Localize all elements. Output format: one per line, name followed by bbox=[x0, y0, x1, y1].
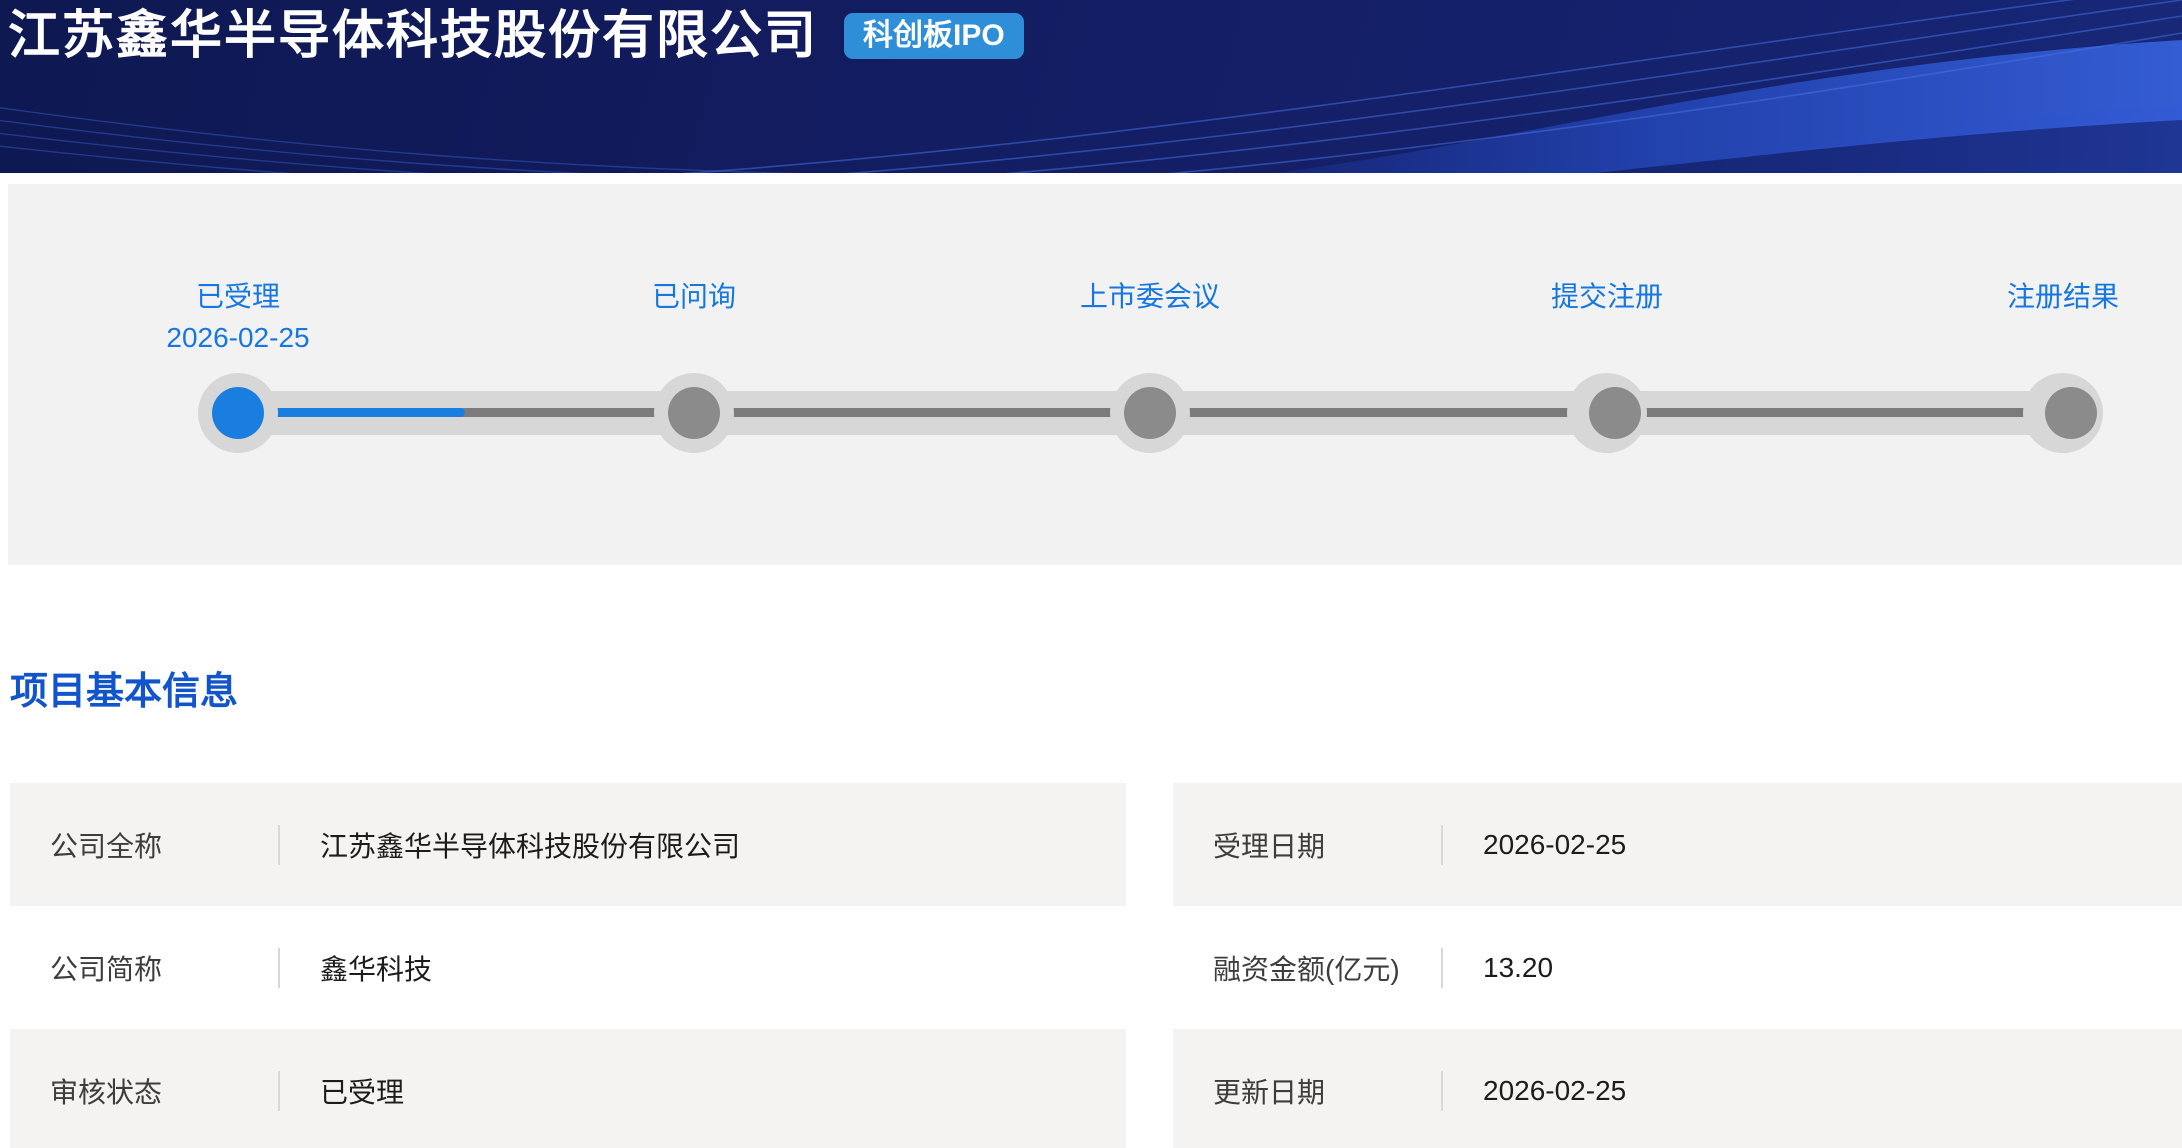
timeline-step-registration-result: 注册结果 bbox=[1893, 281, 2182, 313]
timeline-step-inquired: 已问询 bbox=[524, 281, 864, 313]
header-content: 江苏鑫华半导体科技股份有限公司 科创板IPO bbox=[8, 10, 1024, 62]
step-label: 提交注册 bbox=[1550, 281, 1663, 312]
info-row-company-full-name: 公司全称 江苏鑫华半导体科技股份有限公司 bbox=[10, 783, 1126, 906]
info-value: 13.20 bbox=[1483, 951, 1554, 983]
info-value: 2026-02-25 bbox=[1483, 828, 1627, 860]
info-row-audit-status: 审核状态 已受理 bbox=[10, 1029, 1126, 1148]
timeline-node-accepted bbox=[212, 387, 264, 439]
info-value: 江苏鑫华半导体科技股份有限公司 bbox=[320, 830, 741, 862]
timeline-step-accepted: 已受理 2026-02-25 bbox=[68, 281, 408, 354]
info-column-right: 受理日期 2026-02-25 融资金额(亿元) 13.20 更新日期 2026… bbox=[1173, 783, 2182, 1148]
section-title-basic-info: 项目基本信息 bbox=[10, 671, 239, 713]
page-header: 江苏鑫华半导体科技股份有限公司 科创板IPO bbox=[0, 0, 2182, 173]
company-name-title: 江苏鑫华半导体科技股份有限公司 bbox=[8, 7, 819, 65]
page: 江苏鑫华半导体科技股份有限公司 科创板IPO 已受理 2026-02-25 已问… bbox=[0, 0, 2182, 1148]
step-label: 已问询 bbox=[651, 281, 736, 312]
info-label: 公司简称 bbox=[50, 953, 163, 985]
info-label: 公司全称 bbox=[50, 830, 163, 862]
info-label: 受理日期 bbox=[1213, 830, 1326, 862]
step-date: 2026-02-25 bbox=[166, 322, 310, 354]
info-row-update-date: 更新日期 2026-02-25 bbox=[1173, 1029, 2182, 1148]
audit-progress-panel: 已受理 2026-02-25 已问询 上市委会议 提交注册 注册结果 bbox=[8, 184, 2182, 565]
market-board-badge: 科创板IPO bbox=[844, 13, 1024, 59]
step-label: 已受理 bbox=[195, 281, 280, 312]
info-label: 更新日期 bbox=[1213, 1076, 1326, 1108]
info-row-acceptance-date: 受理日期 2026-02-25 bbox=[1173, 783, 2182, 906]
info-value: 已受理 bbox=[320, 1076, 405, 1108]
info-row-financing-amount: 融资金额(亿元) 13.20 bbox=[1173, 906, 2182, 1029]
info-label: 融资金额(亿元) bbox=[1213, 953, 1400, 985]
timeline-node-listing-committee bbox=[1124, 387, 1176, 439]
info-row-company-short-name: 公司简称 鑫华科技 bbox=[10, 906, 1126, 1029]
info-label: 审核状态 bbox=[50, 1076, 163, 1108]
info-value: 鑫华科技 bbox=[320, 953, 433, 985]
info-value: 2026-02-25 bbox=[1483, 1074, 1627, 1106]
timeline-step-listing-committee: 上市委会议 bbox=[980, 281, 1320, 313]
basic-info-grid: 公司全称 江苏鑫华半导体科技股份有限公司 公司简称 鑫华科技 审核状态 已受理 bbox=[10, 783, 2182, 1148]
step-label: 注册结果 bbox=[2006, 281, 2119, 312]
step-label: 上市委会议 bbox=[1079, 281, 1220, 312]
timeline-node-submit-registration bbox=[1589, 387, 1641, 439]
timeline-node-registration-result bbox=[2045, 387, 2097, 439]
timeline-node-inquired bbox=[668, 387, 720, 439]
info-column-left: 公司全称 江苏鑫华半导体科技股份有限公司 公司简称 鑫华科技 审核状态 已受理 bbox=[10, 783, 1126, 1148]
timeline-step-submit-registration: 提交注册 bbox=[1437, 281, 1777, 313]
